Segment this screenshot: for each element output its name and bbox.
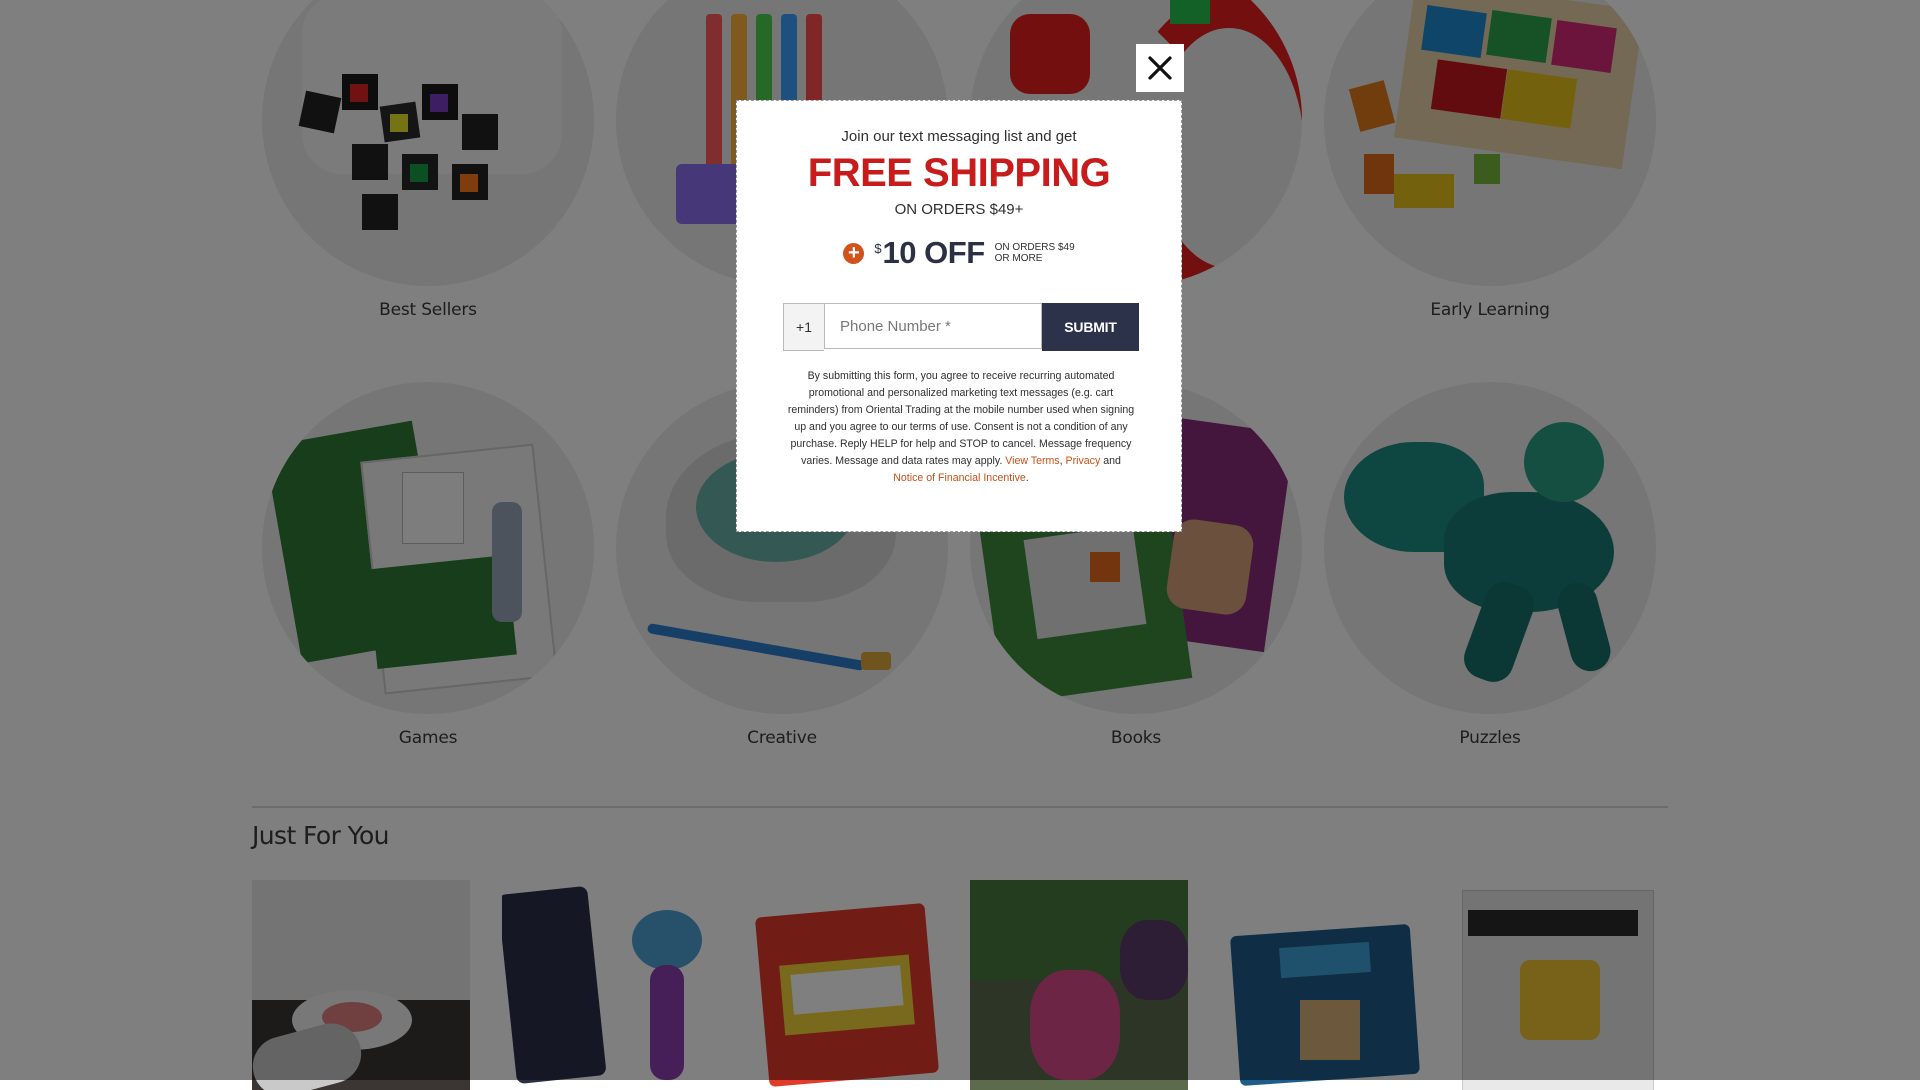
legal-comma: ,: [1059, 455, 1063, 467]
offer-note-line-1: ON ORDERS $49: [994, 242, 1075, 253]
modal-intro: Join our text messaging list and get: [841, 128, 1077, 145]
privacy-link[interactable]: Privacy: [1066, 455, 1101, 467]
offer-row: + $ 10 OFF ON ORDERS $49 OR MORE: [737, 235, 1181, 271]
close-button[interactable]: [1136, 44, 1184, 92]
phone-input[interactable]: [824, 303, 1042, 349]
legal-text: By submitting this form, you agree to re…: [787, 370, 1135, 467]
legal-and: and: [1103, 455, 1121, 467]
view-terms-link[interactable]: View Terms: [1005, 455, 1059, 467]
modal-headline: FREE SHIPPING: [807, 151, 1111, 195]
country-code: +1: [783, 303, 824, 351]
financial-incentive-link[interactable]: Notice of Financial Incentive: [893, 472, 1026, 484]
phone-form: +1 SUBMIT: [783, 303, 1139, 351]
offer-note: ON ORDERS $49 OR MORE: [995, 242, 1075, 264]
offer-amount: 10 OFF: [882, 235, 986, 270]
offer-note-line-2: OR MORE: [994, 253, 1043, 264]
close-icon: [1148, 56, 1172, 80]
sms-signup-modal: Join our text messaging list and get FRE…: [736, 100, 1182, 532]
offer-currency: $: [874, 241, 882, 256]
legal-period: .: [1025, 472, 1029, 484]
legal-disclaimer: By submitting this form, you agree to re…: [787, 368, 1135, 487]
plus-icon: +: [843, 242, 865, 264]
modal-subline: ON ORDERS $49+: [894, 201, 1024, 218]
submit-button[interactable]: SUBMIT: [1042, 303, 1139, 351]
